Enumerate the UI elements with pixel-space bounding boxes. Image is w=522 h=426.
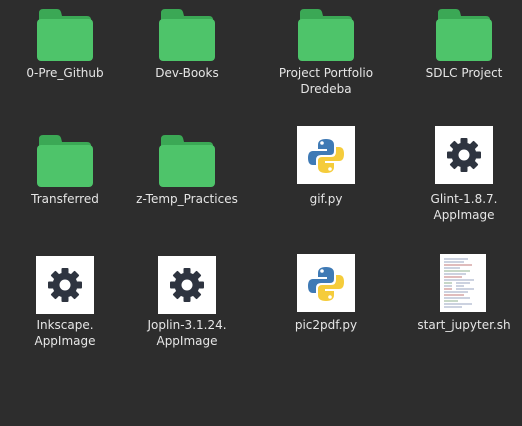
- folder-item[interactable]: Transferred: [0, 130, 130, 230]
- script-file-icon: [434, 254, 494, 314]
- file-item[interactable]: pic2pdf.py: [261, 254, 391, 356]
- file-name: gif.py: [309, 192, 343, 206]
- file-name: Dev-Books: [155, 66, 219, 80]
- file-name: pic2pdf.py: [294, 318, 358, 332]
- file-name: start_jupyter.sh: [417, 318, 511, 332]
- file-item[interactable]: Joplin-3.1.24. AppImage: [122, 256, 252, 356]
- folder-item[interactable]: 0-Pre_Github: [0, 4, 130, 104]
- file-name: SDLC Project: [425, 66, 503, 80]
- folder-item[interactable]: SDLC Project: [399, 4, 522, 104]
- file-name: Joplin-3.1.24. AppImage: [147, 318, 227, 348]
- folder-icon: [157, 133, 217, 193]
- folder-icon: [434, 7, 494, 67]
- folder-icon: [35, 133, 95, 193]
- gear-icon: [434, 126, 494, 186]
- folder-icon: [157, 7, 217, 67]
- file-name: Project Portfolio Dredeba: [278, 66, 374, 96]
- folder-item[interactable]: Dev-Books: [122, 4, 252, 104]
- file-item[interactable]: Glint-1.8.7. AppImage: [399, 126, 522, 230]
- file-grid: 0-Pre_Github Dev-Books Project Portfolio…: [0, 0, 522, 426]
- gear-icon: [35, 256, 95, 316]
- folder-item[interactable]: z-Temp_Practices: [122, 130, 252, 230]
- folder-icon: [296, 7, 356, 67]
- file-item[interactable]: Inkscape. AppImage: [0, 256, 130, 356]
- file-item[interactable]: gif.py: [261, 126, 391, 230]
- folder-icon: [35, 7, 95, 67]
- python-file-icon: [296, 254, 356, 314]
- file-name: 0-Pre_Github: [26, 66, 104, 80]
- file-name: Inkscape. AppImage: [34, 318, 96, 348]
- python-file-icon: [296, 126, 356, 186]
- file-name: Transferred: [31, 192, 99, 206]
- folder-item[interactable]: Project Portfolio Dredeba: [261, 4, 391, 104]
- file-name: Glint-1.8.7. AppImage: [430, 192, 498, 222]
- file-name: z-Temp_Practices: [136, 192, 238, 206]
- gear-icon: [157, 256, 217, 316]
- file-item[interactable]: start_jupyter.sh: [399, 254, 522, 356]
